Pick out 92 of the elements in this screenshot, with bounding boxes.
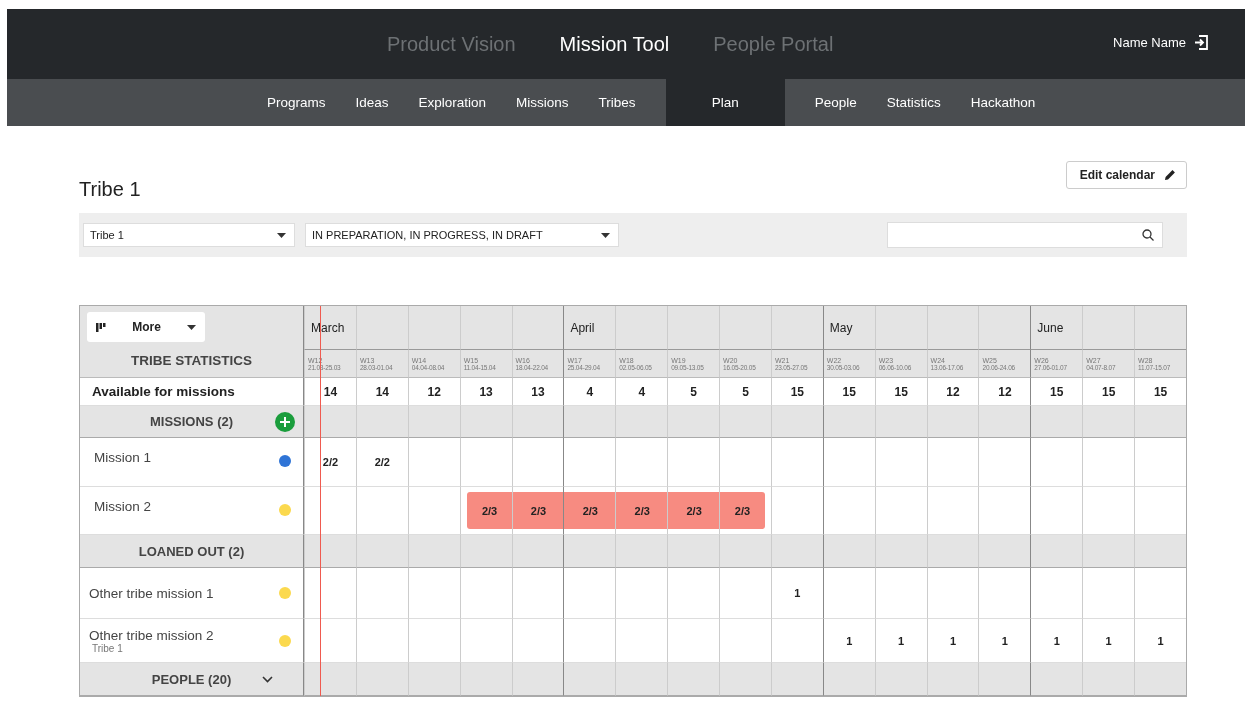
- nav-tab[interactable]: Ideas: [340, 79, 404, 126]
- section-row-cell: [667, 406, 720, 438]
- pencil-icon: [1164, 169, 1176, 181]
- logout-icon[interactable]: [1194, 35, 1209, 50]
- table-cell: [563, 568, 616, 619]
- section-row-cell: [926, 406, 979, 438]
- section-row-cell: [978, 406, 1031, 438]
- allocation-value: 1: [898, 634, 905, 647]
- section-row-cell: [874, 535, 927, 568]
- mission-name[interactable]: Mission 1: [94, 450, 152, 465]
- table-cell: [459, 568, 512, 619]
- table-cell: [1082, 438, 1135, 487]
- month-label: April: [570, 320, 595, 335]
- section-row-cell: [1030, 535, 1083, 568]
- search-field[interactable]: [887, 222, 1163, 248]
- add-button[interactable]: [275, 411, 295, 432]
- table-cell: [926, 438, 979, 487]
- section-row-cell: [355, 535, 408, 568]
- nav-tab[interactable]: Programs: [252, 79, 341, 126]
- mission-name[interactable]: Other tribe mission 2: [89, 627, 214, 643]
- section-row-cell: [822, 535, 875, 568]
- chevron-icon[interactable]: [262, 675, 273, 683]
- caret-icon: [601, 232, 610, 238]
- section-row-cell: [1030, 406, 1083, 438]
- section-title: MISSIONS (2): [149, 414, 234, 429]
- allocation-bar-segment[interactable]: 2/3: [720, 492, 765, 529]
- allocation-value: 1: [846, 634, 853, 647]
- caret-icon: [277, 232, 286, 238]
- app-link[interactable]: Mission Tool: [559, 32, 670, 56]
- section-row-cell: [407, 535, 460, 568]
- allocation-bar-segment[interactable]: 2/3: [564, 492, 617, 529]
- section-row-cell: [407, 406, 460, 438]
- section-row-cell: [1082, 406, 1135, 438]
- allocation-value: 1: [794, 587, 801, 599]
- allocation-bar-segment[interactable]: 2/3: [668, 492, 721, 529]
- search-icon: [1142, 229, 1154, 241]
- nav-tab[interactable]: Tribes: [583, 79, 651, 126]
- table-cell: [511, 568, 564, 619]
- section-row-cell: [822, 406, 875, 438]
- table-cell: [1030, 438, 1083, 487]
- section-title: LOANED OUT (2): [138, 543, 245, 559]
- section-row-cell: [719, 406, 771, 438]
- nav-tab[interactable]: People: [799, 79, 872, 126]
- nav-tab[interactable]: Missions: [501, 79, 584, 126]
- section-row-cell: [563, 406, 616, 438]
- nav-tab[interactable]: Statistics: [871, 79, 956, 126]
- table-cell: [822, 438, 875, 487]
- table-cell: [355, 568, 408, 619]
- tribe-dropdown[interactable]: Tribe 1: [83, 223, 295, 247]
- mission-tribe: Tribe 1: [91, 642, 124, 654]
- allocation-value: 1: [1105, 634, 1112, 647]
- allocation-value: 1: [1053, 634, 1060, 647]
- section-row-cell: [926, 535, 979, 568]
- table-cell: [667, 568, 720, 619]
- allocation-value: 1: [1001, 634, 1008, 647]
- section-row-cell: [978, 535, 1031, 568]
- allocation-bar-segment[interactable]: 2/3: [616, 492, 669, 529]
- plus-icon: [280, 416, 290, 427]
- allocation-value: 1: [949, 634, 957, 647]
- section-row-cell: [459, 406, 512, 438]
- nav-tab[interactable]: Plan: [665, 79, 785, 126]
- section-row-cell: [1082, 535, 1135, 568]
- table-cell: [978, 438, 1031, 487]
- table-cell: [615, 568, 668, 619]
- table-cell: [1134, 438, 1186, 487]
- section-row-cell: [615, 406, 668, 438]
- more-dropdown[interactable]: More: [87, 312, 205, 342]
- section-row-cell: [874, 406, 927, 438]
- table-cell: [770, 438, 823, 487]
- table-cell: [407, 568, 460, 619]
- allocation-bar-segment[interactable]: 2/3: [512, 492, 565, 529]
- nav-tab[interactable]: Hackathon: [955, 79, 1051, 126]
- allocation-value: 1: [1157, 634, 1164, 647]
- allocation-value: 2/2: [374, 456, 390, 468]
- section-row-cell: [511, 406, 564, 438]
- status-dropdown[interactable]: IN PREPARATION, IN PROGRESS, IN DRAFT: [305, 223, 619, 247]
- section-title: TRIBE STATISTICS: [131, 353, 252, 368]
- columns-icon: [96, 322, 106, 332]
- nav-tab[interactable]: Exploration: [403, 79, 502, 126]
- section-title: PEOPLE (20): [151, 671, 232, 687]
- section-row-cell: [770, 406, 823, 438]
- table-cell: [874, 438, 927, 487]
- month-label: May: [829, 320, 853, 335]
- month-label: June: [1037, 320, 1064, 335]
- mission-name[interactable]: Mission 2: [94, 499, 152, 514]
- edit-calendar-button[interactable]: Edit calendar: [1065, 161, 1187, 189]
- allocation-value: 2/2: [322, 456, 339, 468]
- page-title: Tribe 1: [79, 178, 141, 201]
- mission-name[interactable]: Other tribe mission 1: [89, 585, 214, 601]
- allocation-bar-segment[interactable]: 2/3: [466, 492, 513, 529]
- user-name: Name Name: [1113, 35, 1186, 50]
- caret-icon: [187, 324, 196, 330]
